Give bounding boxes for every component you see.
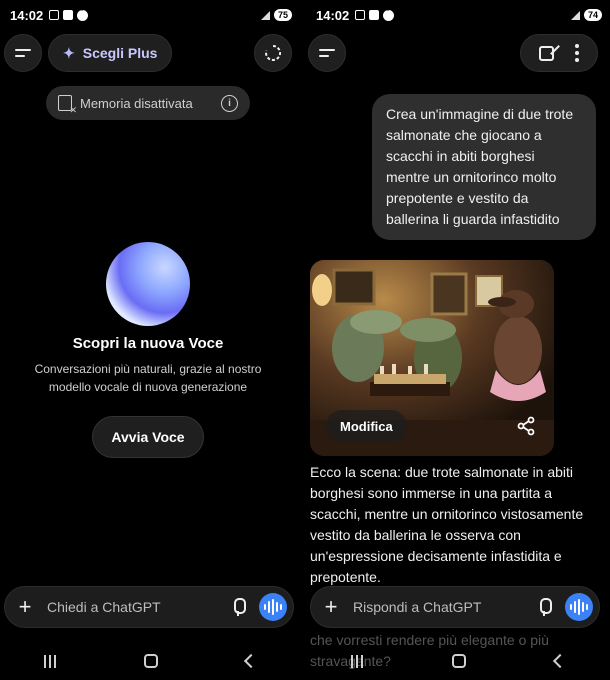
- plus-icon[interactable]: +: [15, 596, 35, 618]
- menu-icon: [319, 48, 335, 58]
- info-icon[interactable]: i: [221, 94, 238, 112]
- check-icon: [63, 10, 74, 20]
- status-right: 74: [570, 9, 602, 21]
- sparkle-icon: ✦: [63, 44, 75, 61]
- more-notifications-icon: [77, 7, 89, 21]
- status-bar: 14:02 74: [306, 0, 610, 30]
- recent-apps-icon[interactable]: [44, 654, 56, 668]
- voice-orb: [106, 242, 190, 326]
- status-icons: [49, 7, 89, 21]
- back-icon[interactable]: [553, 653, 568, 669]
- recent-apps-icon[interactable]: [350, 654, 363, 668]
- chat-input-bar: + Rispondi a ChatGPT: [310, 586, 600, 628]
- memory-status-chip[interactable]: Memoria disattivata i: [46, 86, 250, 120]
- more-notifications-icon: [383, 7, 395, 21]
- screenshot-icon: [355, 10, 366, 20]
- more-icon[interactable]: [574, 44, 579, 62]
- check-icon: [369, 10, 380, 20]
- chat-input[interactable]: Chiedi a ChatGPT: [47, 599, 231, 615]
- choose-plus-label: Scegli Plus: [82, 45, 158, 61]
- voice-wave-button[interactable]: [565, 593, 593, 621]
- share-icon[interactable]: [516, 416, 536, 436]
- status-right: 75: [260, 9, 292, 21]
- screenshot-icon: [49, 10, 60, 20]
- home-icon[interactable]: [451, 654, 466, 668]
- system-nav-bar: [0, 646, 300, 676]
- user-message: Crea un'immagine di due trote salmonate …: [372, 94, 596, 240]
- mic-icon[interactable]: [231, 598, 246, 616]
- memory-off-icon: [58, 95, 77, 116]
- back-icon[interactable]: [243, 653, 259, 669]
- assistant-reply: Ecco la scena: due trote salmonate in ab…: [310, 464, 584, 585]
- chat-input[interactable]: Rispondi a ChatGPT: [353, 599, 537, 615]
- voice-title: Scopri la nuova Voce: [72, 335, 224, 352]
- plus-icon[interactable]: +: [321, 596, 341, 618]
- memory-label: Memoria disattivata: [80, 95, 193, 111]
- chat-input-bar: + Chiedi a ChatGPT: [4, 586, 294, 628]
- start-voice-button[interactable]: Avvia Voce: [92, 416, 204, 458]
- screen-chat: 14:02 74 Crea un'immagine di due trote s…: [306, 0, 610, 680]
- status-icons: [355, 7, 395, 21]
- choose-plus-button[interactable]: ✦ Scegli Plus: [48, 34, 173, 72]
- voice-subtitle: Conversazioni più naturali, grazie al no…: [34, 362, 262, 394]
- edit-image-button[interactable]: Modifica: [326, 410, 407, 442]
- menu-button[interactable]: [308, 34, 346, 72]
- new-chat-icon[interactable]: [539, 45, 555, 61]
- signal-icon: [260, 10, 270, 20]
- status-bar: 14:02 75: [0, 0, 300, 30]
- signal-icon: [570, 10, 580, 20]
- menu-icon: [15, 48, 31, 58]
- mic-icon[interactable]: [537, 598, 552, 616]
- top-actions: [520, 34, 598, 72]
- status-time: 14:02: [10, 7, 44, 23]
- generated-image[interactable]: Modifica: [310, 260, 554, 456]
- battery-level: 74: [583, 9, 602, 21]
- temporary-chat-button[interactable]: [254, 34, 292, 72]
- voice-wave-button[interactable]: [259, 593, 287, 621]
- status-time: 14:02: [316, 7, 350, 23]
- battery-level: 75: [273, 9, 292, 21]
- refresh-icon: [265, 44, 282, 61]
- menu-button[interactable]: [4, 34, 42, 72]
- screen-voice-intro: 14:02 75 ✦ Scegli Plus Memoria disattiva…: [0, 0, 300, 680]
- system-nav-bar: [306, 646, 610, 676]
- home-icon[interactable]: [144, 654, 158, 668]
